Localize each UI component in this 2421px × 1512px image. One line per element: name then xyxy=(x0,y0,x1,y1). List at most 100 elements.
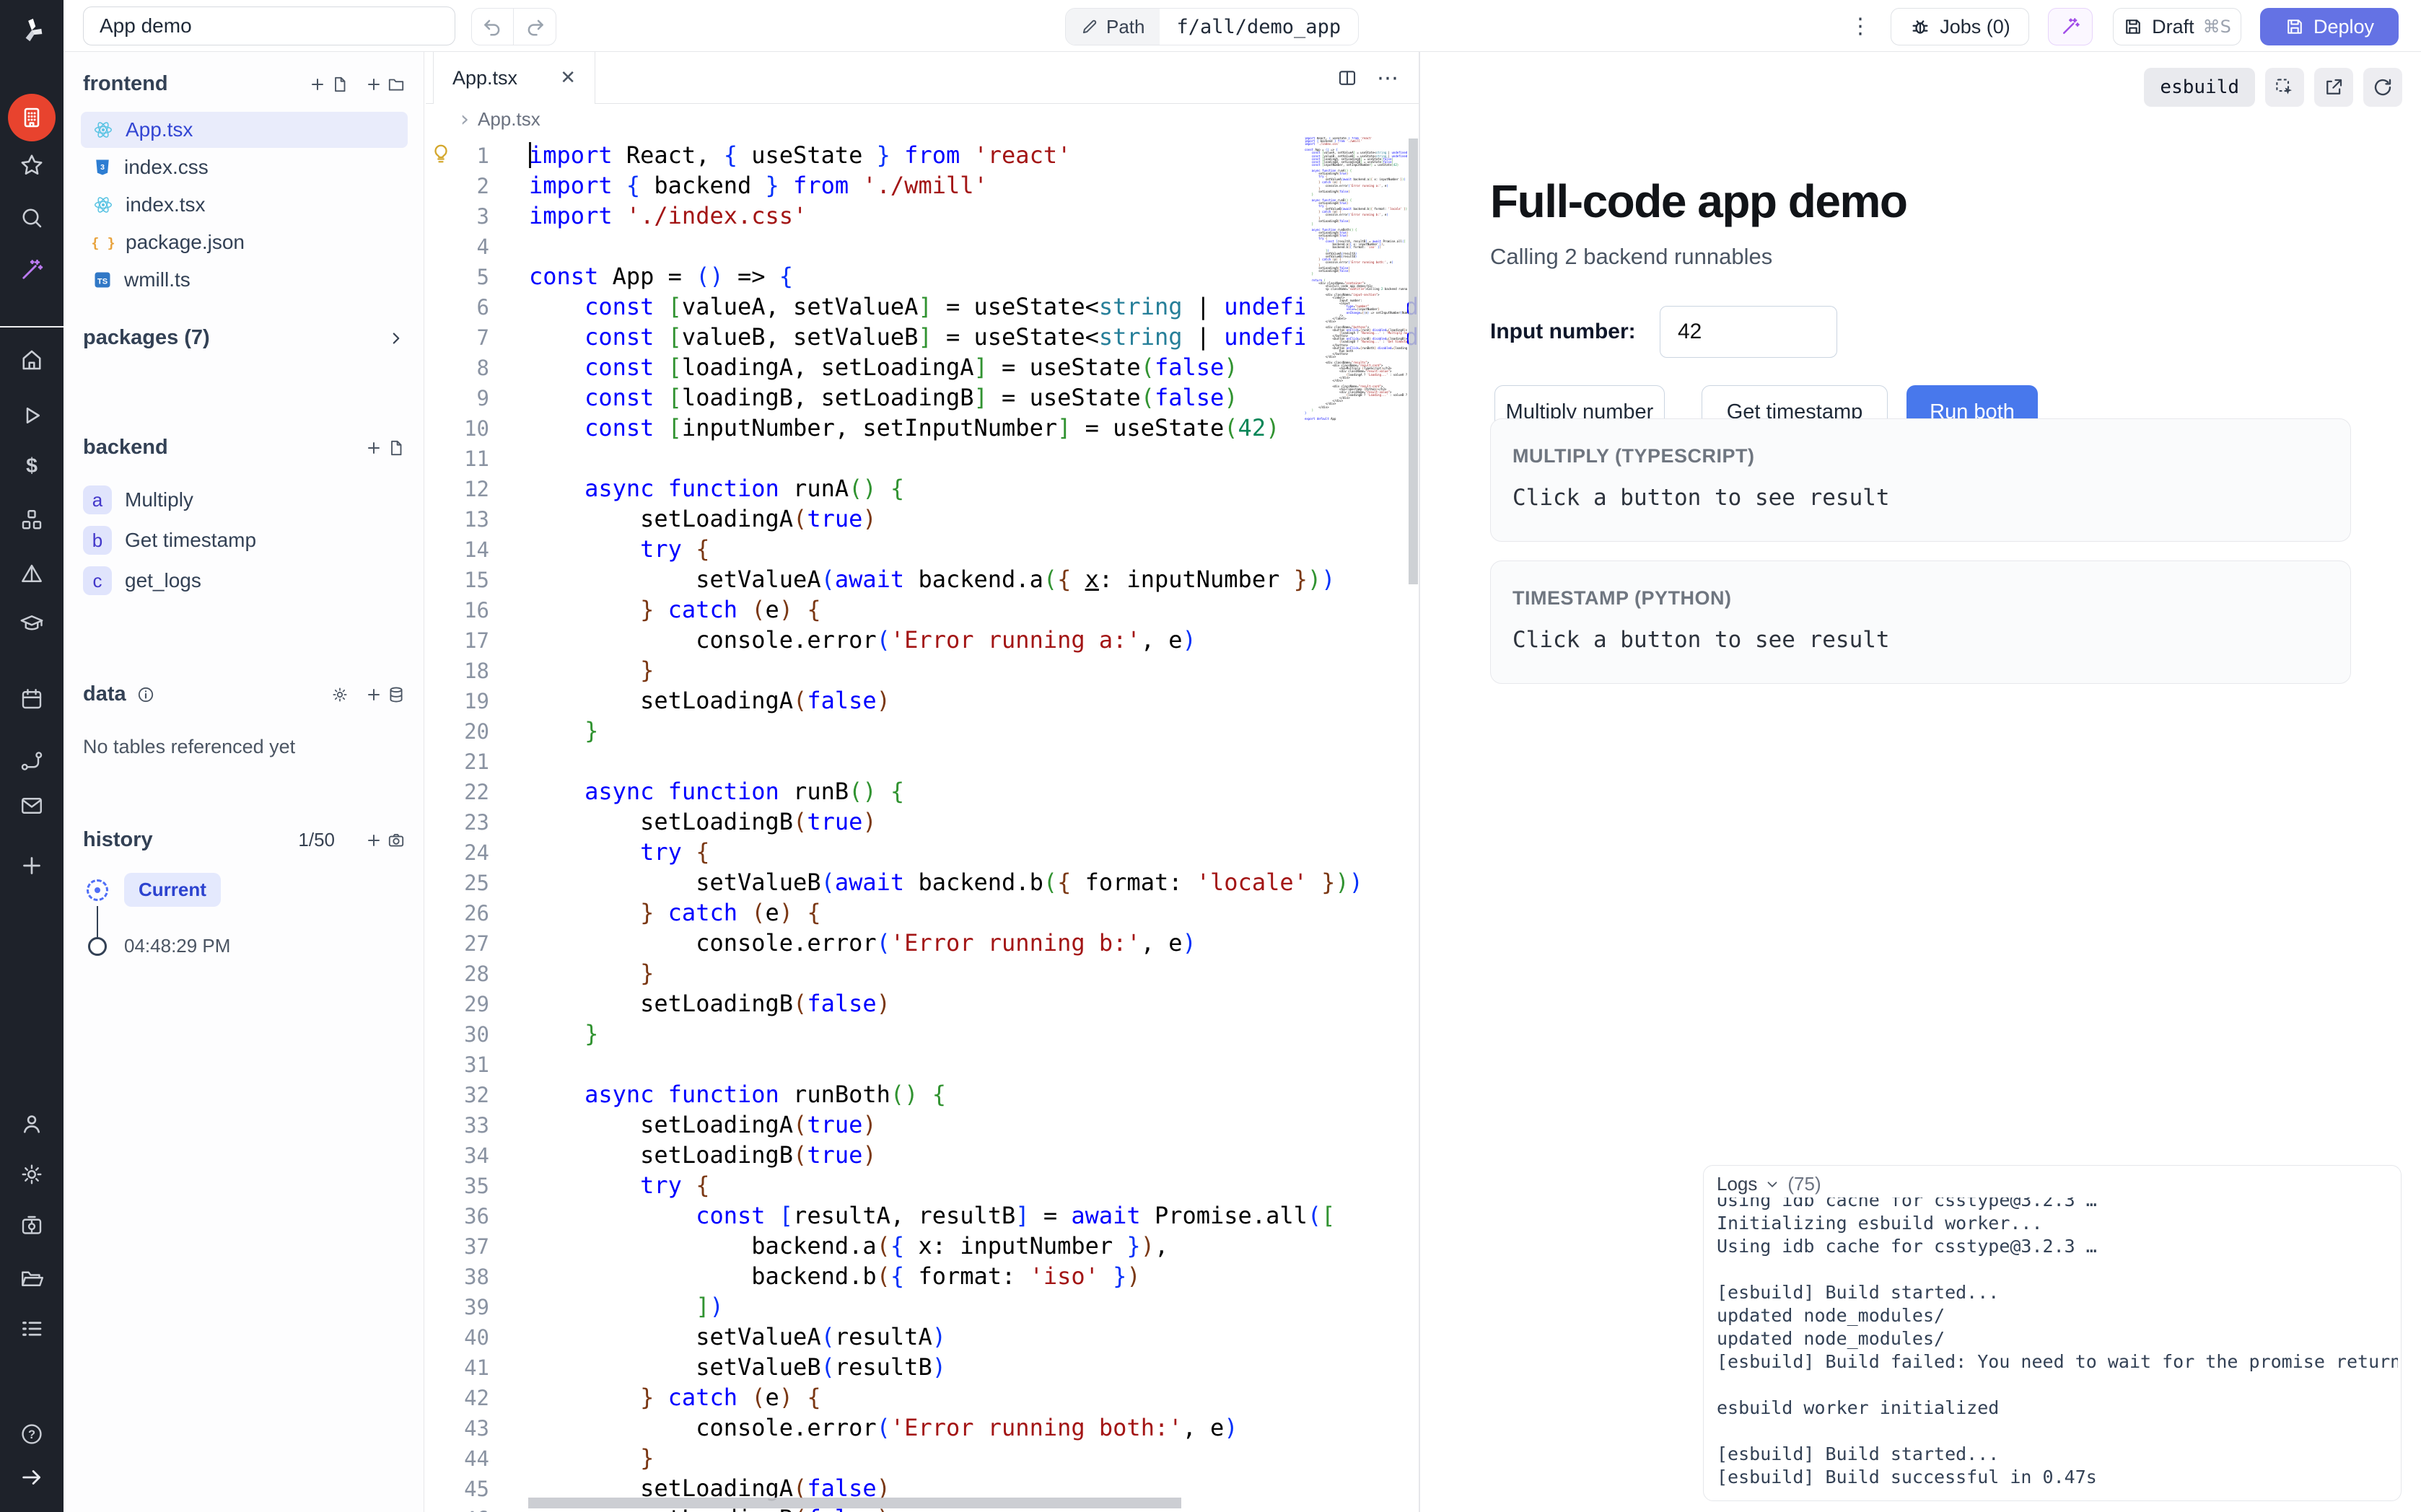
nav-home[interactable] xyxy=(0,344,64,376)
ai-wand-button[interactable] xyxy=(2048,8,2093,45)
code-line: 15 setValueA(await backend.a({ x: inputN… xyxy=(426,564,1419,594)
file-name: package.json xyxy=(126,231,245,254)
file-item-index-tsx[interactable]: index.tsx xyxy=(81,187,408,223)
editor-tab-bar: App.tsx ✕ ⋯ xyxy=(426,52,1419,104)
windmill-logo[interactable] xyxy=(0,14,64,46)
log-line: esbuild worker initialized xyxy=(1717,1397,2398,1420)
add-table-button[interactable] xyxy=(365,685,406,704)
tab-app-tsx[interactable]: App.tsx ✕ xyxy=(433,52,595,104)
backend-item-get-timestamp[interactable]: b Get timestamp xyxy=(83,522,408,558)
deploy-button[interactable]: Deploy xyxy=(2260,8,2399,45)
nav-users[interactable] xyxy=(0,1108,64,1140)
jobs-button[interactable]: Jobs (0) xyxy=(1891,8,2029,45)
code-line: 33 setLoadingA(true) xyxy=(426,1109,1419,1140)
code-viewport[interactable]: 1import React, { useState } from 'react'… xyxy=(426,134,1419,1512)
file-name: wmill.ts xyxy=(124,268,191,291)
add-backend-script-button[interactable] xyxy=(365,439,406,457)
nav-routes[interactable] xyxy=(0,745,64,777)
undo-button[interactable] xyxy=(472,9,514,45)
minimap[interactable]: import React, { useState } from 'react'i… xyxy=(1305,137,1407,421)
breadcrumb[interactable]: › App.tsx xyxy=(426,104,1419,134)
add-file-button[interactable] xyxy=(309,75,349,94)
file-item-wmill-ts[interactable]: TS wmill.ts xyxy=(81,262,408,298)
input-number-field[interactable] xyxy=(1660,306,1837,358)
nav-variables[interactable]: $ xyxy=(0,450,64,482)
vertical-scrollbar[interactable] xyxy=(1409,139,1418,584)
nav-resources[interactable] xyxy=(0,504,64,536)
code-line: 25 setValueB(await backend.b({ format: '… xyxy=(426,867,1419,897)
history-snapshot-row[interactable]: 04:48:29 PM xyxy=(88,935,230,957)
redo-button[interactable] xyxy=(514,9,556,45)
logs-count: (75) xyxy=(1787,1173,1821,1195)
nav-folders[interactable] xyxy=(0,1262,64,1294)
log-line: Initializing esbuild worker... xyxy=(1717,1212,2398,1235)
more-menu-button[interactable]: ⋮ xyxy=(1844,10,1876,42)
backend-item-multiply[interactable]: a Multiply xyxy=(83,482,408,518)
runnable-name: Multiply xyxy=(125,488,193,511)
history-node-icon xyxy=(88,937,107,956)
logs-output[interactable]: Using idb cache for csstype@3.2.3 …Initi… xyxy=(1717,1197,2398,1496)
refresh-preview-button[interactable] xyxy=(2363,68,2402,107)
mail-icon xyxy=(19,793,45,819)
history-current-row[interactable]: Current xyxy=(87,873,221,907)
dollar-icon: $ xyxy=(19,453,45,479)
path-chip[interactable]: Path f/all/demo_app xyxy=(1065,8,1359,45)
code-line: 16 } catch (e) { xyxy=(426,594,1419,625)
search-button[interactable] xyxy=(0,202,64,234)
favorites-button[interactable] xyxy=(0,149,64,181)
editor-more-icon[interactable]: ⋯ xyxy=(1377,66,1398,91)
nav-runs[interactable] xyxy=(0,400,64,431)
help-button[interactable]: ? xyxy=(0,1418,64,1450)
plus-icon xyxy=(309,76,326,93)
svg-text:$: $ xyxy=(26,454,38,478)
undo-icon xyxy=(482,16,504,38)
react-icon xyxy=(92,194,114,216)
collapse-rail-button[interactable] xyxy=(0,1462,64,1493)
code-line: 39 ]) xyxy=(426,1291,1419,1322)
refresh-icon xyxy=(2372,76,2394,98)
pyramid-icon xyxy=(19,561,45,587)
code-line: 22 async function runB() { xyxy=(426,776,1419,806)
svg-text:{ }: { } xyxy=(92,236,114,251)
nav-schedules[interactable] xyxy=(0,683,64,715)
draft-button[interactable]: Draft ⌘S xyxy=(2113,8,2241,45)
code-line: 9 const [loadingB, setLoadingB] = useSta… xyxy=(426,382,1419,413)
data-settings-button[interactable] xyxy=(330,685,349,704)
nav-audit-logs[interactable] xyxy=(0,1313,64,1345)
ai-button[interactable] xyxy=(0,254,64,286)
nav-learn[interactable] xyxy=(0,607,64,639)
history-section-header: history 1/50 xyxy=(83,828,406,852)
split-editor-icon[interactable] xyxy=(1336,67,1358,89)
frontend-title: frontend xyxy=(83,72,168,96)
code-line: 30 } xyxy=(426,1019,1419,1049)
horizontal-scrollbar[interactable] xyxy=(528,1498,1181,1508)
logs-panel: Logs (75) Using idb cache for csstype@3.… xyxy=(1703,1165,2402,1501)
packages-expand-button[interactable] xyxy=(387,329,406,348)
open-external-button[interactable] xyxy=(2314,68,2353,107)
code-line: 6 const [valueA, setValueA] = useState<s… xyxy=(426,291,1419,322)
workspace-button[interactable] xyxy=(8,94,56,141)
nav-triggers[interactable] xyxy=(0,558,64,590)
inspect-element-button[interactable] xyxy=(2265,68,2304,107)
snapshot-button[interactable] xyxy=(365,831,406,850)
nav-inbox[interactable] xyxy=(0,790,64,822)
app-name-input[interactable] xyxy=(83,6,455,45)
log-line xyxy=(1717,1420,2398,1443)
code-line: 14 try { xyxy=(426,534,1419,564)
logs-header[interactable]: Logs (75) xyxy=(1717,1173,1821,1195)
plus-icon xyxy=(365,832,382,849)
nav-settings[interactable] xyxy=(0,1159,64,1190)
nav-workers[interactable] xyxy=(0,1210,64,1241)
add-folder-button[interactable] xyxy=(365,75,406,94)
nav-add[interactable] xyxy=(0,850,64,882)
packages-section-header[interactable]: packages (7) xyxy=(83,326,406,350)
backend-item-get-logs[interactable]: c get_logs xyxy=(83,563,408,599)
file-item-index-css[interactable]: 3 index.css xyxy=(81,149,408,185)
home-icon xyxy=(19,347,45,373)
file-item-app-tsx[interactable]: App.tsx xyxy=(81,112,408,148)
close-tab-icon[interactable]: ✕ xyxy=(560,67,576,89)
search-icon xyxy=(19,205,45,231)
code-line: 20 } xyxy=(426,716,1419,746)
folder-icon xyxy=(387,75,406,94)
file-item-package-json[interactable]: { } package.json xyxy=(81,224,408,260)
